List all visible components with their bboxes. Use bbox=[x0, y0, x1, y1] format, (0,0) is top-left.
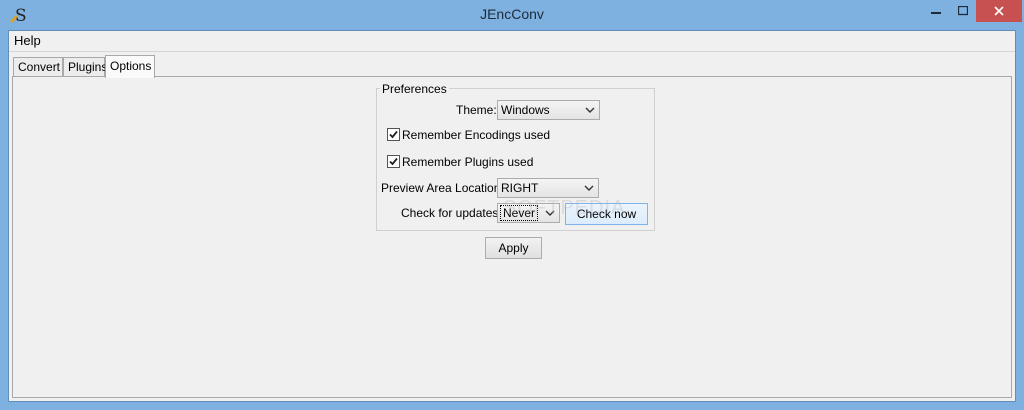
theme-select[interactable]: Windows bbox=[497, 100, 600, 120]
tab-plugins[interactable]: Plugins bbox=[63, 57, 107, 76]
apply-button[interactable]: Apply bbox=[485, 237, 542, 259]
title-bar[interactable]: S JEncConv bbox=[0, 0, 1024, 30]
preview-area-select[interactable]: RIGHT bbox=[497, 178, 599, 198]
window-title: JEncConv bbox=[480, 6, 544, 22]
app-window: S JEncConv Help Convert Plugins Options … bbox=[0, 0, 1024, 410]
options-panel: Preferences Theme: Windows Remember Enco… bbox=[12, 76, 1012, 398]
tab-options[interactable]: Options bbox=[105, 55, 155, 78]
preferences-title: Preferences bbox=[380, 82, 449, 96]
maximize-icon bbox=[958, 6, 968, 16]
remember-plugins-label[interactable]: Remember Plugins used bbox=[402, 155, 533, 169]
chevron-down-icon bbox=[584, 185, 594, 191]
close-button[interactable] bbox=[976, 0, 1022, 22]
preview-area-value: RIGHT bbox=[501, 181, 539, 195]
remember-encodings-label[interactable]: Remember Encodings used bbox=[402, 128, 550, 142]
remember-encodings-checkbox[interactable] bbox=[387, 128, 400, 141]
menu-help[interactable]: Help bbox=[12, 33, 43, 48]
checkmark-icon bbox=[389, 157, 398, 166]
remember-plugins-checkbox[interactable] bbox=[387, 155, 400, 168]
chevron-down-icon bbox=[585, 107, 595, 113]
tab-convert[interactable]: Convert bbox=[13, 57, 63, 76]
menu-bar: Help bbox=[9, 31, 1015, 52]
preview-area-label: Preview Area Location: bbox=[381, 181, 504, 195]
client-area: Help Convert Plugins Options Preferences… bbox=[8, 30, 1016, 402]
theme-label: Theme: bbox=[456, 103, 497, 117]
theme-value: Windows bbox=[501, 103, 550, 117]
minimize-button[interactable] bbox=[922, 0, 950, 22]
close-icon bbox=[994, 6, 1004, 16]
updates-label: Check for updates: bbox=[401, 206, 502, 220]
minimize-icon bbox=[931, 12, 941, 14]
maximize-button[interactable] bbox=[950, 0, 976, 22]
checkmark-icon bbox=[389, 130, 398, 139]
watermark: SOFTPEDIA bbox=[503, 197, 626, 219]
